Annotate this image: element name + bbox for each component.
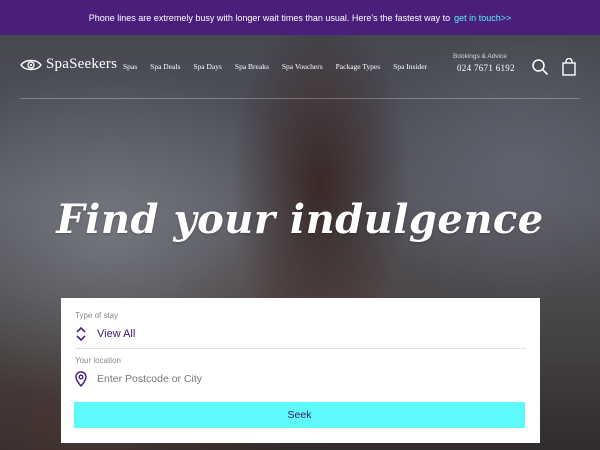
bag-icon[interactable] xyxy=(560,58,578,76)
stay-type-label: Type of stay xyxy=(75,311,119,320)
contact-label: Bookings & Advice xyxy=(453,53,507,60)
main-menu: Spas Spa Deals Spa Days Spa Breaks Spa V… xyxy=(123,62,440,71)
announcement-bar: Phone lines are extremely busy with long… xyxy=(0,0,600,35)
spa-search-form: Type of stay View All Your location Seek xyxy=(61,298,540,443)
location-label: Your location xyxy=(75,356,121,365)
menu-item-package-types[interactable]: Package Types xyxy=(336,62,381,71)
location-pin-icon xyxy=(75,371,87,387)
chevron-updown-icon xyxy=(76,326,86,342)
contact-phone-link[interactable]: 024 7671 6192 xyxy=(457,63,515,73)
menu-item-spas[interactable]: Spas xyxy=(123,62,137,71)
location-field[interactable]: Your location xyxy=(75,356,526,396)
location-input[interactable] xyxy=(97,373,397,385)
get-in-touch-link[interactable]: get in touch>> xyxy=(454,13,511,23)
header-divider xyxy=(20,98,580,99)
site-logo[interactable]: SpaSeekers xyxy=(20,56,117,73)
announcement-text: Phone lines are extremely busy with long… xyxy=(88,12,451,23)
menu-item-spa-vouchers[interactable]: Spa Vouchers xyxy=(282,62,323,71)
seek-button[interactable]: Seek xyxy=(74,402,525,428)
search-icon[interactable] xyxy=(531,58,549,76)
menu-item-spa-breaks[interactable]: Spa Breaks xyxy=(235,62,269,71)
hero-headline: Find your indulgence xyxy=(56,196,544,243)
menu-item-spa-deals[interactable]: Spa Deals xyxy=(150,62,180,71)
stay-type-field[interactable]: Type of stay View All xyxy=(75,311,526,349)
eye-logo-icon xyxy=(20,59,42,70)
logo-text: SpaSeekers xyxy=(46,56,118,72)
menu-item-spa-days[interactable]: Spa Days xyxy=(193,62,222,71)
menu-item-spa-insider[interactable]: Spa Insider xyxy=(393,62,427,71)
stay-type-select[interactable]: View All xyxy=(97,328,135,340)
bookings-contact: Bookings & Advice 024 7671 6192 xyxy=(453,53,515,73)
